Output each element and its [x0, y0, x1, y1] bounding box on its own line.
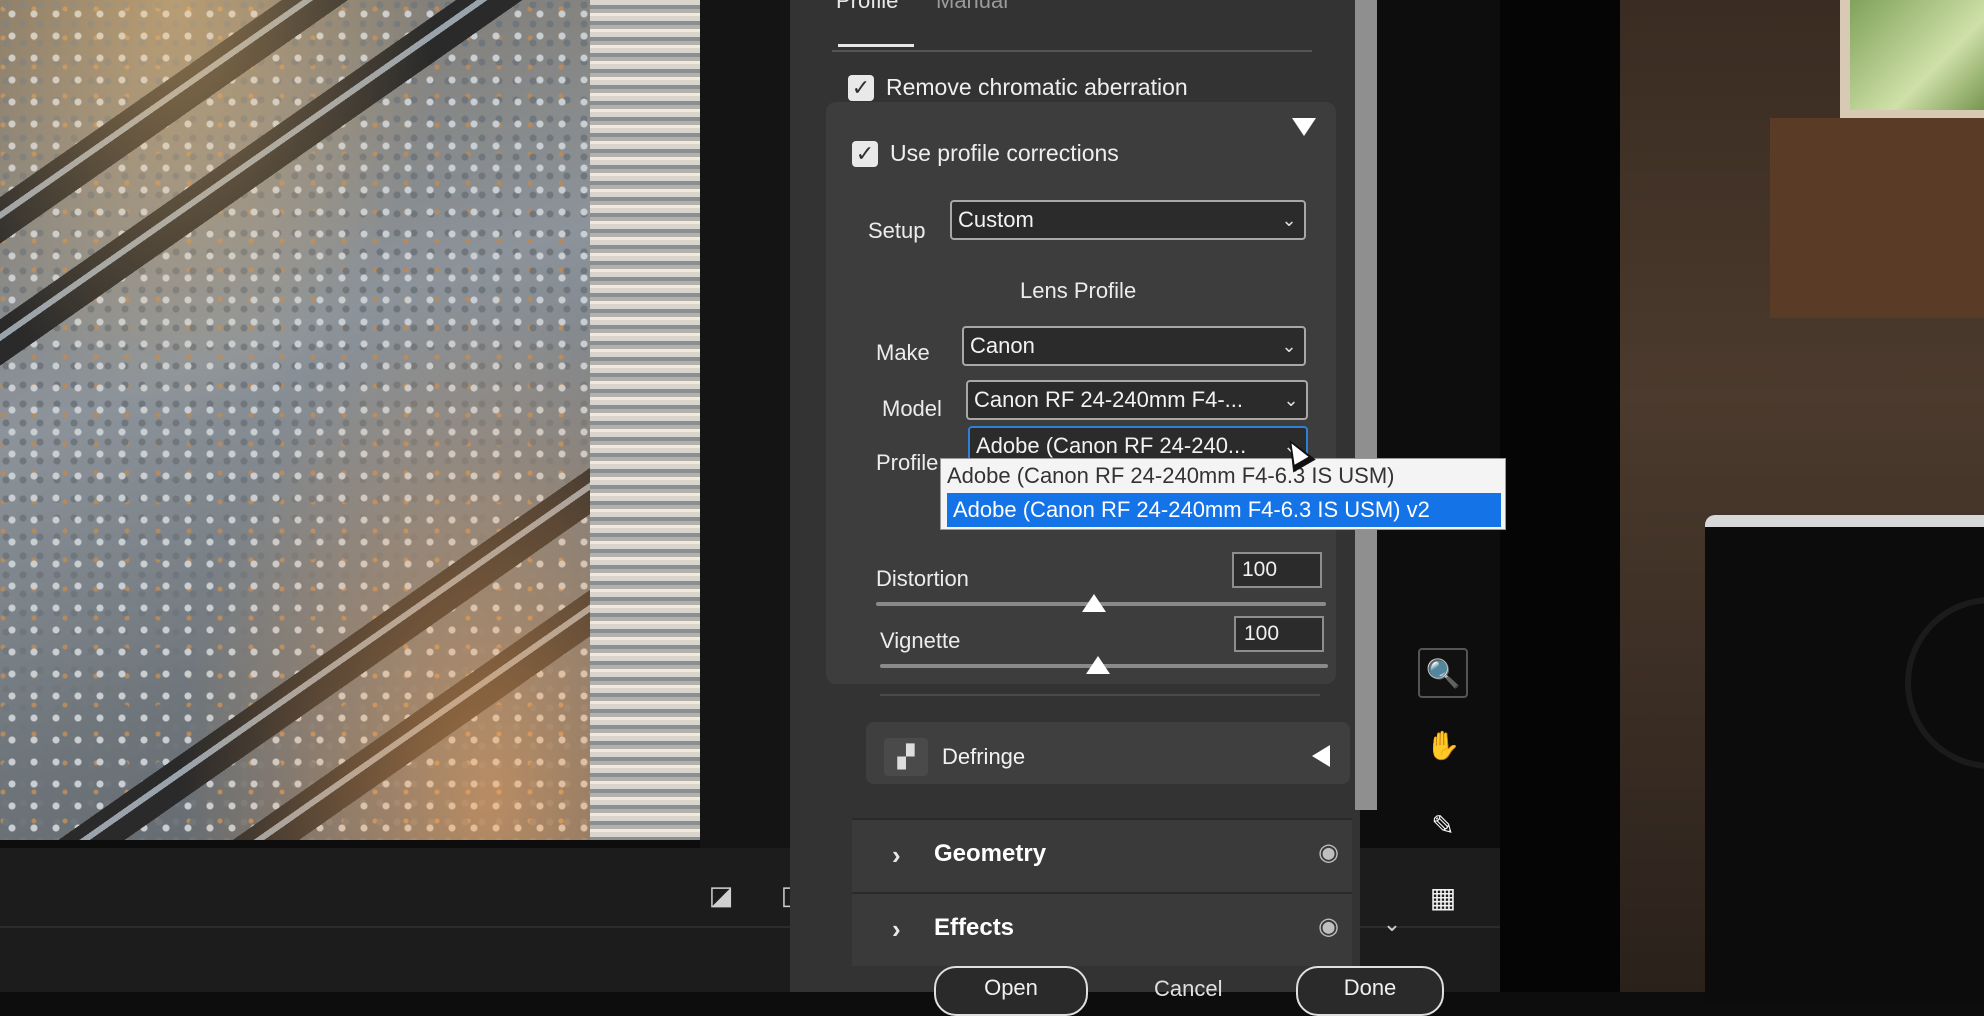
lens-profile-title: Lens Profile [1020, 278, 1137, 303]
profile-option-selected[interactable]: Adobe (Canon RF 24-240mm F4-6.3 IS USM) … [947, 493, 1501, 527]
model-dropdown[interactable]: Canon RF 24-240mm F4-... ⌄ [966, 380, 1308, 420]
eye-icon[interactable]: ◉ [1318, 912, 1339, 941]
done-button[interactable]: Done [1296, 966, 1444, 1016]
monitor-bezel [1500, 0, 1620, 992]
tab-manual[interactable]: Manual [936, 0, 1008, 14]
eyedropper-tool-icon[interactable]: ✎ [1418, 800, 1468, 850]
chevron-down-icon: ⌄ [1283, 389, 1299, 410]
use-profile-row[interactable]: ✓ Use profile corrections [852, 140, 1119, 167]
tab-profile[interactable]: Profile [836, 0, 898, 14]
setup-dropdown[interactable]: Custom ⌄ [950, 200, 1306, 240]
model-label: Model [882, 396, 942, 421]
chevron-right-icon: › [892, 914, 901, 944]
make-label: Make [876, 340, 930, 365]
profile-option[interactable]: Adobe (Canon RF 24-240mm F4-6.3 IS USM) [941, 459, 1505, 493]
open-button[interactable]: Open [934, 966, 1088, 1016]
geometry-group[interactable]: › Geometry ◉ [852, 818, 1352, 892]
grid-toggle-icon[interactable]: ▦ [1418, 872, 1468, 922]
background-window [1840, 0, 1984, 124]
profile-label: Profile [876, 450, 939, 475]
defringe-icon: ▞ [884, 738, 928, 776]
vignette-value-field[interactable]: 100 [1234, 616, 1324, 652]
effects-group[interactable]: › Effects ◉ [852, 892, 1352, 966]
make-dropdown[interactable]: Canon ⌄ [962, 326, 1306, 366]
image-edge-artifacts [590, 0, 700, 840]
hand-tool-icon[interactable]: ✋ [1418, 720, 1468, 770]
profile-value: Adobe (Canon RF 24-240... [976, 433, 1247, 458]
expand-triangle-icon[interactable] [1312, 745, 1330, 767]
vignette-slider-thumb[interactable] [1086, 656, 1110, 674]
use-profile-label: Use profile corrections [890, 140, 1119, 166]
setup-label: Setup [868, 218, 926, 243]
vignette-value: 100 [1244, 622, 1280, 645]
model-value: Canon RF 24-240mm F4-... [974, 387, 1243, 412]
remove-ca-row[interactable]: ✓ Remove chromatic aberration [848, 74, 1188, 101]
use-profile-checkbox[interactable]: ✓ [852, 140, 878, 167]
vignette-label: Vignette [880, 628, 961, 653]
cancel-button[interactable]: Cancel [1154, 976, 1222, 1002]
chevron-down-icon: ⌄ [1281, 209, 1297, 230]
active-tab-indicator [838, 44, 914, 47]
section-divider [880, 694, 1320, 696]
image-preview[interactable] [0, 0, 700, 840]
chevron-down-icon: ⌄ [1281, 335, 1297, 356]
remove-ca-checkbox[interactable]: ✓ [848, 74, 874, 101]
single-view-icon[interactable]: ◪ [704, 878, 738, 912]
geometry-title: Geometry [934, 840, 1047, 867]
done-button-label: Done [1343, 975, 1397, 1000]
profile-dropdown-menu: Adobe (Canon RF 24-240mm F4-6.3 IS USM) … [940, 458, 1506, 530]
chevron-right-icon: › [892, 840, 901, 870]
effects-title: Effects [934, 914, 1015, 941]
background-speaker [1705, 515, 1984, 1004]
open-button-label: Open [984, 975, 1038, 1000]
distortion-value: 100 [1242, 558, 1278, 581]
distortion-value-field[interactable]: 100 [1232, 552, 1322, 588]
defringe-row[interactable] [866, 722, 1350, 784]
defringe-label: Defringe [942, 744, 1026, 769]
eye-icon[interactable]: ◉ [1318, 838, 1339, 867]
background-shelf [1770, 118, 1984, 318]
zoom-tool-icon[interactable]: 🔍 [1418, 648, 1468, 698]
make-value: Canon [970, 333, 1035, 358]
remove-ca-label: Remove chromatic aberration [886, 74, 1188, 100]
collapse-triangle-icon[interactable] [1292, 118, 1316, 136]
speaker-cone [1905, 597, 1984, 769]
scroll-down-icon[interactable]: ⌄ [1378, 910, 1406, 938]
distortion-slider-thumb[interactable] [1082, 594, 1106, 612]
distortion-label: Distortion [876, 566, 969, 591]
panel-scrollbar[interactable] [1355, 0, 1377, 810]
setup-value: Custom [958, 207, 1034, 232]
